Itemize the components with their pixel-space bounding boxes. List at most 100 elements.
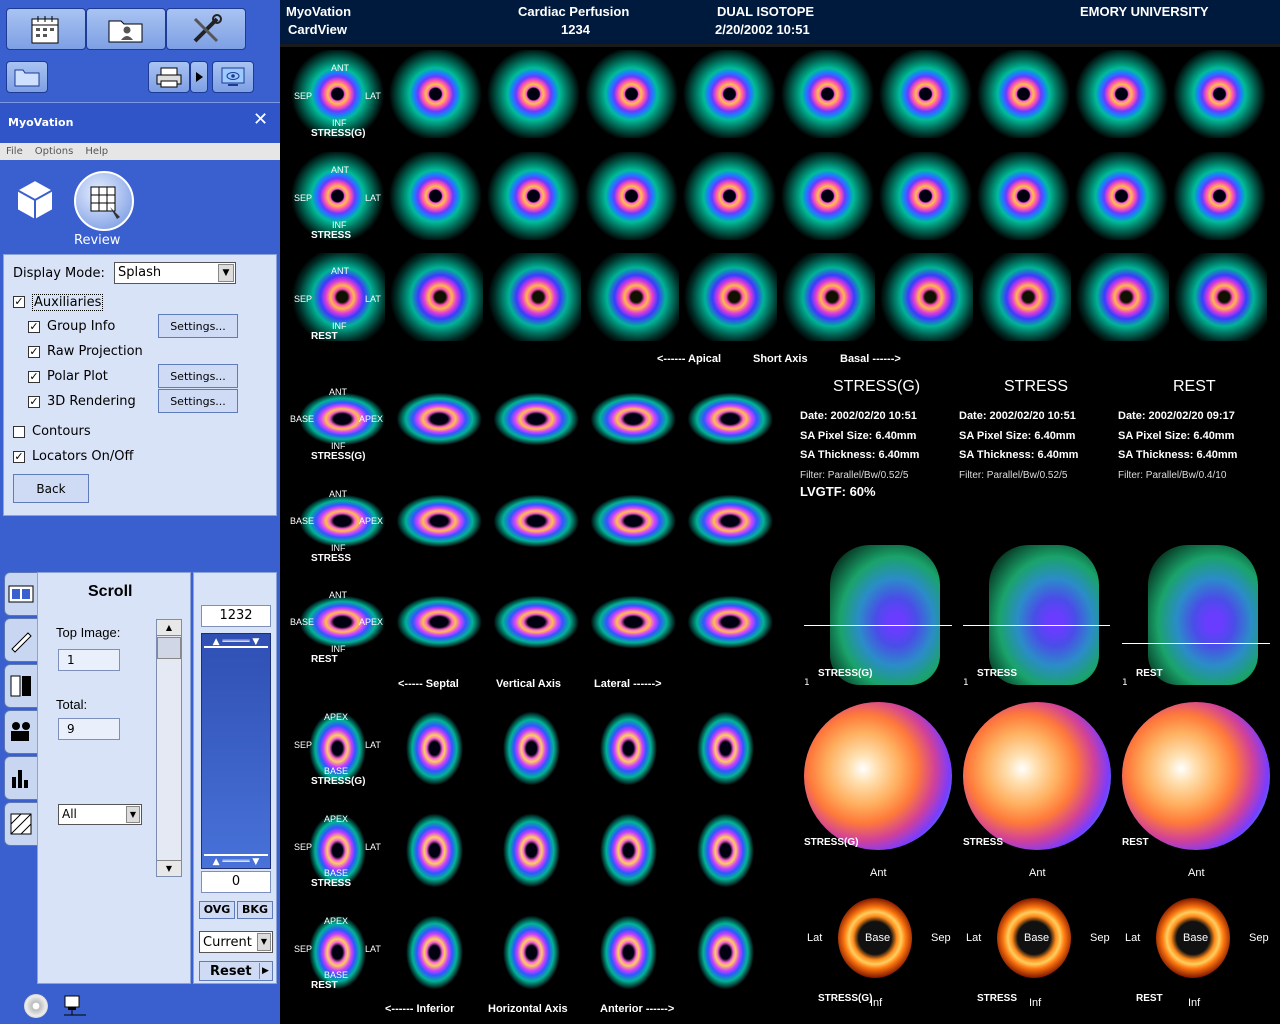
chevron-down-icon[interactable]: ▼ xyxy=(257,933,271,951)
scroll-down-icon[interactable]: ▼ xyxy=(157,860,181,876)
level-lower-handle[interactable]: ▲ ═════ ▼ xyxy=(204,854,268,867)
scroll-up-icon[interactable]: ▲ xyxy=(157,620,181,636)
short-axis-slice[interactable] xyxy=(1074,50,1169,138)
colormap-select[interactable]: Current ▼ xyxy=(199,931,273,953)
display-mode-select[interactable]: Splash ▼ xyxy=(114,262,236,284)
contours-checkbox[interactable] xyxy=(13,426,25,438)
short-axis-slice[interactable] xyxy=(1172,50,1267,138)
short-axis-slice[interactable] xyxy=(780,152,875,240)
hla-slice[interactable] xyxy=(678,904,773,992)
vla-slice[interactable] xyxy=(678,375,773,463)
short-axis-slice[interactable] xyxy=(878,253,973,341)
patient-folder-button[interactable] xyxy=(86,8,166,50)
bkg-button[interactable]: BKG xyxy=(237,901,273,919)
auxiliaries-checkbox[interactable]: ✓ xyxy=(13,296,25,308)
level-upper-handle[interactable]: ▲ ═════ ▼ xyxy=(204,636,268,648)
group-info-settings-button[interactable]: Settings... xyxy=(158,314,238,338)
hla-slice[interactable] xyxy=(678,802,773,890)
hla-slice[interactable] xyxy=(484,700,579,788)
tools-button[interactable] xyxy=(166,8,246,50)
chevron-down-icon[interactable]: ▼ xyxy=(126,806,140,823)
hla-slice[interactable] xyxy=(581,802,676,890)
short-axis-slice[interactable] xyxy=(976,152,1071,240)
reset-button[interactable]: Reset ▶ xyxy=(199,961,273,981)
tab-cine[interactable] xyxy=(4,710,38,754)
level-slider[interactable]: ▲ ═════ ▼ ▲ ═════ ▼ xyxy=(201,633,271,869)
vla-slice[interactable] xyxy=(387,477,482,565)
short-axis-slice[interactable] xyxy=(486,152,581,240)
chevron-down-icon[interactable]: ▼ xyxy=(218,264,234,282)
hla-slice[interactable] xyxy=(387,802,482,890)
tab-annotate[interactable] xyxy=(4,618,38,662)
vla-slice[interactable] xyxy=(581,375,676,463)
short-axis-slice[interactable] xyxy=(780,50,875,138)
short-axis-slice[interactable] xyxy=(878,50,973,138)
raw-projection-checkbox[interactable]: ✓ xyxy=(28,346,40,358)
lower-level-field[interactable]: 0 xyxy=(201,871,271,893)
display-button[interactable] xyxy=(212,61,254,93)
vla-slice[interactable] xyxy=(484,375,579,463)
polar-plot-settings-button[interactable]: Settings... xyxy=(158,364,238,388)
vla-slice[interactable] xyxy=(387,375,482,463)
short-axis-slice[interactable] xyxy=(584,152,679,240)
3d-rendering-checkbox[interactable]: ✓ xyxy=(28,396,40,408)
hla-slice[interactable] xyxy=(484,904,579,992)
scroll-thumb[interactable] xyxy=(157,637,181,659)
scrollbar[interactable]: ▲ ▼ xyxy=(156,619,182,877)
review-button[interactable] xyxy=(74,171,134,231)
3d-view-button[interactable] xyxy=(10,175,60,225)
polar-plot-checkbox[interactable]: ✓ xyxy=(28,371,40,383)
tab-scroll[interactable] xyxy=(4,572,38,616)
print-button[interactable] xyxy=(148,61,190,93)
short-axis-slice[interactable] xyxy=(780,253,875,341)
short-axis-slice[interactable] xyxy=(486,253,581,341)
hla-slice[interactable] xyxy=(581,904,676,992)
short-axis-slice[interactable] xyxy=(388,50,483,138)
close-icon[interactable]: ✕ xyxy=(253,109,268,130)
short-axis-slice[interactable] xyxy=(584,253,679,341)
menu-file[interactable]: File xyxy=(6,146,23,157)
vla-slice[interactable] xyxy=(581,578,676,666)
short-axis-slice[interactable] xyxy=(976,50,1071,138)
short-axis-slice[interactable] xyxy=(682,152,777,240)
hla-slice[interactable] xyxy=(581,700,676,788)
short-axis-slice[interactable] xyxy=(1074,253,1169,341)
menu-options[interactable]: Options xyxy=(35,146,74,157)
locators-checkbox[interactable]: ✓ xyxy=(13,451,25,463)
short-axis-slice[interactable] xyxy=(486,50,581,138)
vla-slice[interactable] xyxy=(387,578,482,666)
ovg-button[interactable]: OVG xyxy=(199,901,235,919)
print-options-button[interactable] xyxy=(190,61,208,93)
short-axis-slice[interactable] xyxy=(1172,253,1267,341)
hla-slice[interactable] xyxy=(678,700,773,788)
short-axis-slice[interactable] xyxy=(388,152,483,240)
short-axis-slice[interactable] xyxy=(682,253,777,341)
vla-slice[interactable] xyxy=(484,578,579,666)
hla-slice[interactable] xyxy=(387,904,482,992)
cd-icon[interactable] xyxy=(24,994,48,1018)
short-axis-slice[interactable] xyxy=(584,50,679,138)
upper-level-field[interactable]: 1232 xyxy=(201,605,271,627)
3d-rendering-settings-button[interactable]: Settings... xyxy=(158,389,238,413)
vla-slice[interactable] xyxy=(581,477,676,565)
vla-slice[interactable] xyxy=(484,477,579,565)
tab-histogram[interactable] xyxy=(4,756,38,800)
short-axis-slice[interactable] xyxy=(388,253,483,341)
back-button[interactable]: Back xyxy=(13,474,89,503)
hla-slice[interactable] xyxy=(484,802,579,890)
tab-filter[interactable] xyxy=(4,802,38,846)
hla-slice[interactable] xyxy=(387,700,482,788)
short-axis-slice[interactable] xyxy=(682,50,777,138)
short-axis-slice[interactable] xyxy=(976,253,1071,341)
tab-contrast[interactable] xyxy=(4,664,38,708)
short-axis-slice[interactable] xyxy=(1074,152,1169,240)
vla-slice[interactable] xyxy=(678,578,773,666)
vla-slice[interactable] xyxy=(678,477,773,565)
short-axis-slice[interactable] xyxy=(1172,152,1267,240)
top-image-field[interactable]: 1 xyxy=(58,649,120,671)
short-axis-slice[interactable] xyxy=(878,152,973,240)
filter-select[interactable]: All ▼ xyxy=(58,804,142,825)
calendar-button[interactable] xyxy=(6,8,86,50)
open-folder-button[interactable] xyxy=(6,61,48,93)
group-info-checkbox[interactable]: ✓ xyxy=(28,321,40,333)
